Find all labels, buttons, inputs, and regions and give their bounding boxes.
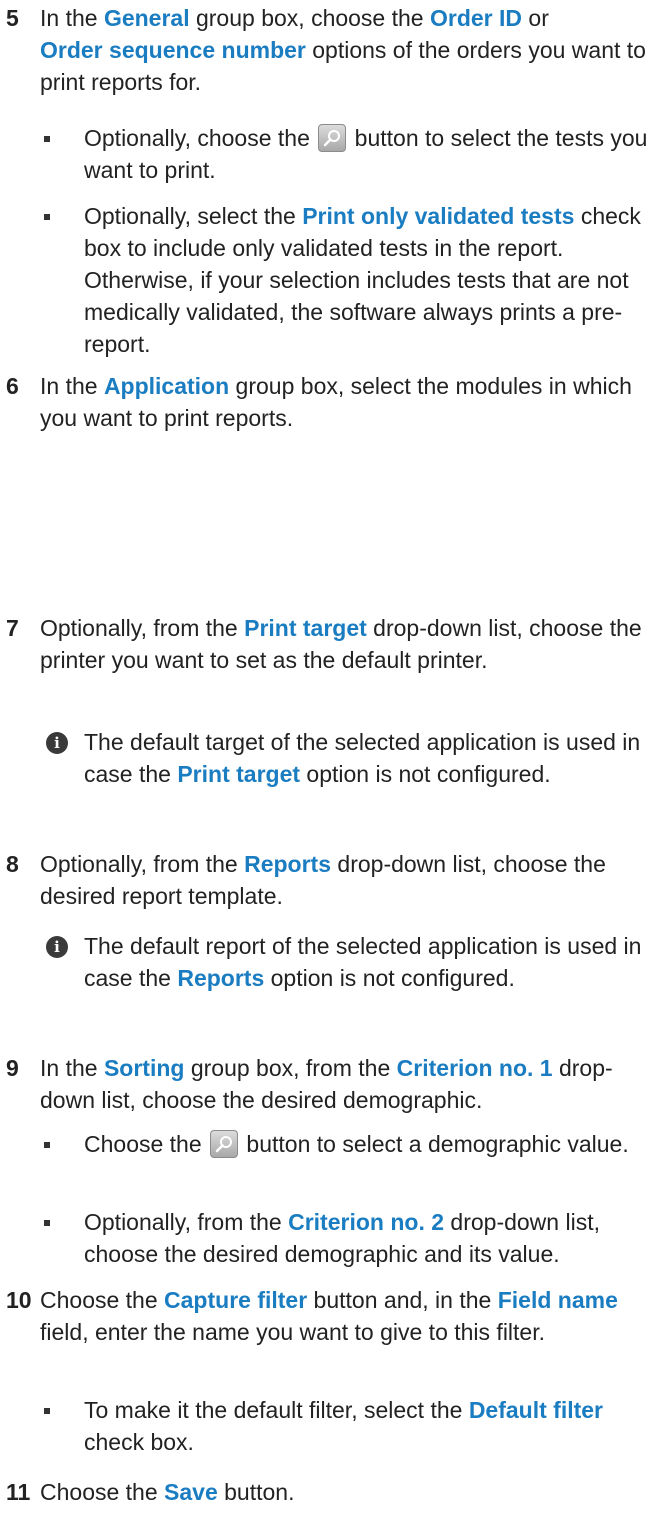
step-number: 9 [6, 1055, 19, 1081]
ui-term: Field name [497, 1287, 618, 1313]
ui-term: Capture filter [164, 1287, 308, 1313]
ui-term: Default filter [468, 1397, 603, 1423]
step-number: 11 [6, 1479, 31, 1505]
magnifier-icon [318, 124, 347, 152]
step-number: 6 [6, 373, 19, 399]
bullet-text: To make it the default filter, select th… [84, 1397, 603, 1455]
bullet-marker [44, 136, 50, 142]
bullet-marker [44, 1142, 50, 1148]
ui-term: Sorting [103, 1055, 185, 1081]
ui-term: Reports [244, 851, 332, 877]
step-text: In the Sorting group box, from the Crite… [40, 1055, 613, 1113]
ui-term: Criterion no. 2 [288, 1209, 445, 1235]
magnifier-icon [210, 1130, 239, 1158]
step-text: Optionally, from the Reports drop-down l… [40, 851, 606, 909]
ui-term: Print target [177, 761, 301, 787]
bullet-marker [44, 1408, 50, 1414]
ui-term: Print only validated tests [302, 203, 575, 229]
info-icon: i [46, 732, 68, 754]
info-icon: i [46, 936, 68, 958]
bullet-text: Optionally, from the Criterion no. 2 dro… [84, 1209, 600, 1267]
bullet-marker [44, 214, 50, 220]
note-text: The default target of the selected appli… [84, 729, 641, 787]
step-number: 10 [6, 1287, 32, 1313]
step-text: In the General group box, choose the Ord… [40, 5, 646, 95]
ui-term: Criterion no. 1 [396, 1055, 553, 1081]
ui-term: Application [103, 373, 230, 399]
step-text: Choose the Save button. [40, 1479, 295, 1505]
bullet-text: Choose the button to select a demographi… [84, 1130, 629, 1158]
ui-term: Print target [244, 615, 367, 641]
ui-term: Order ID [429, 5, 523, 31]
ui-term: Save [164, 1479, 218, 1505]
step-number: 7 [6, 615, 19, 641]
step-text: In the Application group box, select the… [40, 373, 632, 431]
note-text: The default report of the selected appli… [84, 933, 642, 991]
step-text: Optionally, from the Print target drop-d… [40, 615, 642, 673]
ui-term: Order sequence number [40, 37, 306, 63]
ui-term: General [103, 5, 190, 31]
bullet-text: Optionally, select the Print only valida… [84, 203, 641, 357]
step-text: Choose the Capture filter button and, in… [40, 1287, 618, 1345]
step-number: 5 [6, 5, 19, 31]
bullet-text: Optionally, choose the button to select … [84, 124, 648, 183]
ui-term: Reports [177, 965, 265, 991]
bullet-marker [44, 1220, 50, 1226]
step-number: 8 [6, 851, 19, 877]
